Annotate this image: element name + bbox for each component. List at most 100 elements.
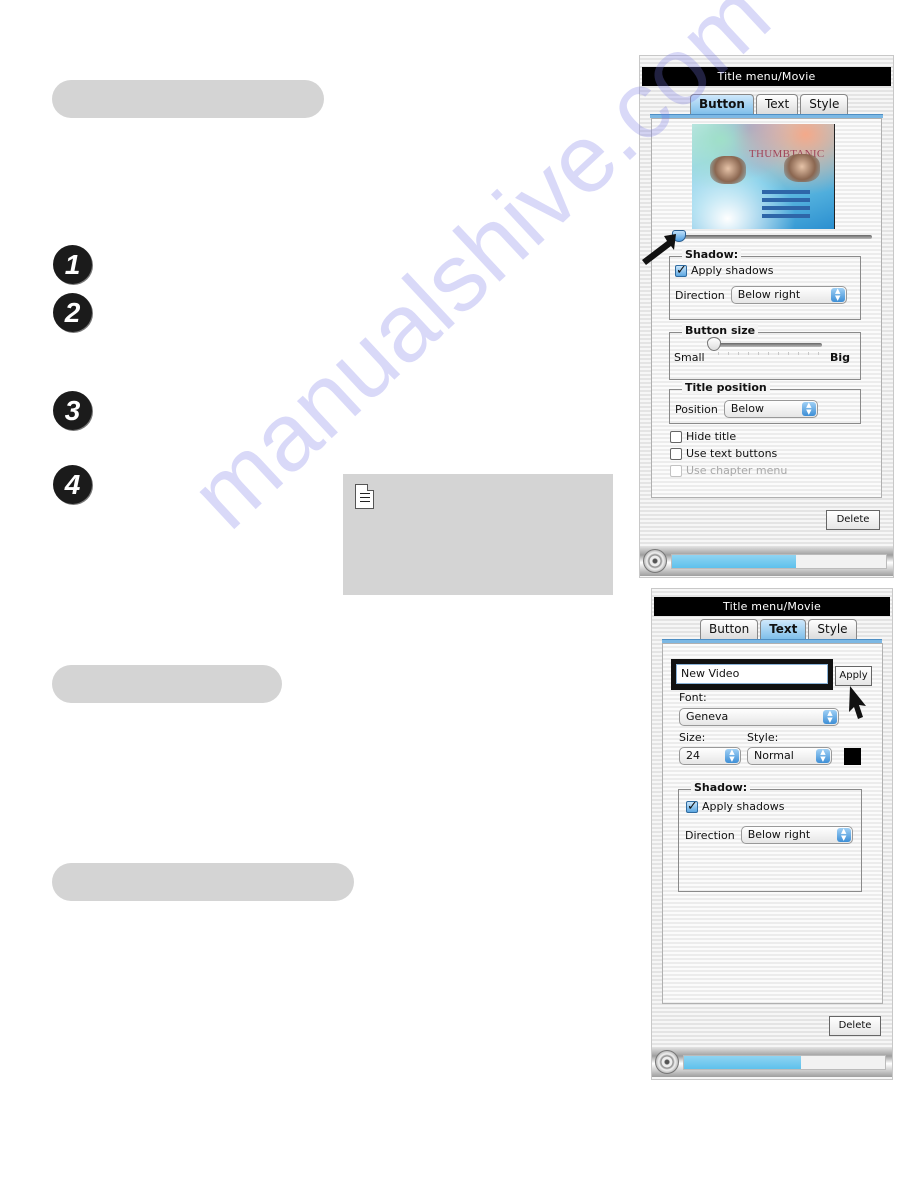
- highlight-box: New Video: [671, 659, 833, 690]
- direction-label: Direction: [675, 288, 725, 302]
- title-text-input[interactable]: New Video: [676, 664, 828, 684]
- size-select[interactable]: 24 ▲ ▼: [679, 747, 741, 765]
- direction-value: Below right: [737, 288, 801, 301]
- tab-button[interactable]: Button: [690, 94, 754, 114]
- tab-bar: Button Text Style: [690, 94, 849, 114]
- step-number-4: 4: [53, 465, 92, 504]
- tab-text[interactable]: Text: [755, 94, 799, 114]
- thumbnail-slider[interactable]: [672, 230, 872, 242]
- direction-select[interactable]: Below right ▲ ▼: [740, 826, 853, 844]
- shadow-group-label: Shadow:: [691, 781, 751, 794]
- button-size-group: Button size Small Big: [669, 324, 861, 380]
- size-max-label: Big: [830, 351, 851, 364]
- direction-value: Below right: [747, 828, 811, 841]
- tab-style[interactable]: Style: [808, 619, 857, 639]
- updown-arrows-icon: ▲ ▼: [801, 402, 816, 416]
- shadow-group: Shadow: Apply shadows Direction Below ri…: [669, 248, 861, 320]
- updown-arrows-icon: ▲ ▼: [823, 710, 837, 724]
- hide-title-label: Hide title: [686, 430, 737, 443]
- step-number-1: 1: [53, 245, 92, 284]
- updown-arrows-icon: ▲ ▼: [836, 828, 851, 842]
- use-text-buttons-row[interactable]: Use text buttons: [670, 447, 777, 460]
- direction-select[interactable]: Below right ▲ ▼: [730, 286, 847, 304]
- tab-bar: Button Text Style: [700, 619, 857, 639]
- tab-content: THUMBTANIC Shadow: Apply shadows Directi…: [651, 118, 882, 498]
- apply-shadows-row[interactable]: Apply shadows: [686, 799, 785, 814]
- pointer-arrow-icon: [849, 686, 866, 719]
- use-chapter-menu-row: Use chapter menu: [670, 464, 787, 477]
- use-chapter-menu-label: Use chapter menu: [686, 464, 788, 477]
- tab-button[interactable]: Button: [700, 619, 759, 639]
- font-select[interactable]: Geneva ▲ ▼: [679, 708, 839, 726]
- apply-shadows-label: Apply shadows: [691, 264, 774, 277]
- button-size-slider[interactable]: [707, 337, 822, 355]
- thumbnail-image: [784, 154, 820, 182]
- use-chapter-menu-checkbox: [670, 464, 682, 477]
- pointer-arrow-icon: [642, 234, 676, 265]
- style-select[interactable]: Normal ▲ ▼: [747, 747, 832, 765]
- shadow-group-label: Shadow:: [682, 248, 742, 261]
- text-color-swatch[interactable]: [844, 748, 861, 765]
- note-icon: [355, 484, 374, 509]
- progress-bar: [671, 554, 887, 569]
- button-size-group-label: Button size: [682, 324, 759, 337]
- style-value: Normal: [754, 749, 794, 762]
- updown-arrows-icon: ▲ ▼: [816, 749, 830, 763]
- direction-row: Direction Below right ▲ ▼: [675, 286, 847, 304]
- cd-icon: [643, 549, 667, 573]
- status-bar: [652, 1047, 892, 1077]
- position-label: Position: [675, 402, 718, 416]
- delete-button[interactable]: Delete: [826, 510, 880, 530]
- updown-arrows-icon: ▲ ▼: [725, 749, 739, 763]
- menu-thumbnail-preview: THUMBTANIC: [692, 124, 835, 229]
- thumbnail-menu-button: [762, 198, 810, 202]
- thumbnail-menu-button: [762, 214, 810, 218]
- cd-icon: [655, 1050, 679, 1074]
- hide-title-checkbox[interactable]: [670, 430, 682, 443]
- apply-button[interactable]: Apply: [835, 666, 872, 686]
- slider-ticks: [718, 352, 822, 355]
- thumbnail-menu-button: [762, 206, 810, 210]
- dvd-settings-panel-button: Title menu/Movie Button Text Style THUMB…: [639, 55, 894, 578]
- progress-bar: [683, 1055, 886, 1070]
- font-value: Geneva: [686, 710, 729, 723]
- font-label: Font:: [679, 691, 707, 704]
- size-value: 24: [686, 749, 700, 762]
- hide-title-row[interactable]: Hide title: [670, 430, 736, 443]
- use-text-buttons-label: Use text buttons: [686, 447, 778, 460]
- shadow-group: Shadow: Apply shadows Direction Below ri…: [678, 781, 862, 892]
- window-title: Title menu/Movie: [642, 67, 891, 86]
- step-number-2: 2: [53, 293, 92, 332]
- apply-shadows-row[interactable]: Apply shadows: [675, 263, 774, 278]
- thumbnail-image: [710, 156, 746, 184]
- direction-label: Direction: [685, 828, 735, 842]
- position-value: Below: [730, 402, 764, 415]
- use-text-buttons-checkbox[interactable]: [670, 447, 682, 460]
- section-header-pill: [52, 80, 324, 118]
- section-header-pill: [52, 863, 354, 901]
- dvd-settings-panel-text: Title menu/Movie Button Text Style New V…: [651, 588, 893, 1080]
- window-title: Title menu/Movie: [654, 597, 890, 616]
- section-header-pill: [52, 665, 282, 703]
- progress-fill: [684, 1056, 801, 1069]
- updown-arrows-icon: ▲ ▼: [830, 288, 845, 302]
- size-label: Size:: [679, 731, 706, 744]
- status-bar: [640, 546, 893, 576]
- step-number-3: 3: [53, 391, 92, 430]
- size-min-label: Small: [674, 351, 705, 364]
- slider-knob[interactable]: [707, 337, 721, 351]
- title-position-group: Title position Position Below ▲ ▼: [669, 381, 861, 424]
- tab-text[interactable]: Text: [760, 619, 807, 639]
- apply-shadows-checkbox[interactable]: [686, 799, 698, 814]
- tab-style[interactable]: Style: [800, 94, 849, 114]
- progress-fill: [672, 555, 797, 568]
- position-select[interactable]: Below ▲ ▼: [723, 400, 818, 418]
- delete-button[interactable]: Delete: [829, 1016, 881, 1036]
- title-position-group-label: Title position: [682, 381, 770, 394]
- apply-shadows-label: Apply shadows: [702, 800, 785, 813]
- thumbnail-menu-button: [762, 190, 810, 194]
- note-box: [343, 474, 613, 595]
- position-row: Position Below ▲ ▼: [675, 400, 818, 418]
- style-label: Style:: [747, 731, 779, 744]
- direction-row: Direction Below right ▲ ▼: [685, 826, 853, 844]
